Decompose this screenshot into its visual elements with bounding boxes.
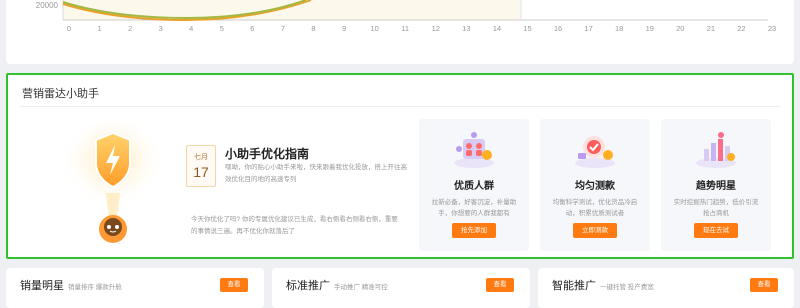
- chart-x-tick: 21: [707, 24, 715, 33]
- card-title: 标准推广 手动推广 精准可控: [286, 277, 388, 293]
- feature-title: 均匀测款: [575, 181, 615, 192]
- card-subtitle: 手动推广 精准可控: [334, 284, 388, 291]
- chart-x-tick: 13: [462, 24, 470, 33]
- chart-x-tick: 11: [401, 24, 409, 33]
- chart-x-tick: 3: [159, 24, 163, 33]
- chart-x-tick: 15: [523, 24, 531, 33]
- test-now-button[interactable]: 立即测款: [573, 223, 617, 238]
- card-title-text: 智能推广: [552, 280, 596, 292]
- feature-title: 优质人群: [454, 181, 494, 192]
- feature-card-trend-star: 趋势明星 实时挖掘热门趋势，低价引流抢占商机 现在去试: [661, 119, 771, 251]
- view-button[interactable]: 查看: [486, 278, 514, 292]
- feature-title: 趋势明星: [696, 181, 736, 192]
- card-title: 销量明星 销量排序 爆款升舱: [20, 277, 122, 293]
- chart-x-tick: 5: [220, 24, 224, 33]
- date-day: 17: [193, 164, 209, 180]
- assistant-title: 营销雷达小助手: [22, 88, 99, 100]
- chart-x-tick: 8: [311, 24, 315, 33]
- chart-x-tick: 14: [493, 24, 501, 33]
- chart-x-tick: 16: [554, 24, 562, 33]
- view-button[interactable]: 查看: [750, 278, 778, 292]
- chart-x-ticks: 0 1 2 3 4 5 6 7 8 9 10 11 12 13 14 15 16 17 18 19 20 21 22 23: [67, 24, 776, 33]
- try-now-button[interactable]: 现在去试: [694, 223, 738, 238]
- chart-x-tick: 0: [67, 24, 71, 33]
- card-title-text: 标准推广: [286, 280, 330, 292]
- chart-x-tick: 6: [250, 24, 254, 33]
- chart-x-tick: 1: [97, 24, 101, 33]
- standard-promotion-card: 标准推广 手动推广 精准可控 查看: [272, 268, 530, 308]
- sales-star-card: 销量明星 销量排序 爆款升舱 查看: [6, 268, 264, 308]
- guide-description: 嘿呦，你的贴心小助手来啦，快来跟着我优化投放，搭上开往高效优化目的地的高速专列: [225, 164, 407, 183]
- chart-x-tick: 17: [584, 24, 592, 33]
- card-subtitle: 一键托管 投产费宽: [600, 284, 654, 291]
- chart-x-tick: 19: [646, 24, 654, 33]
- audience-icon: [454, 132, 494, 168]
- guide-footnote: 今天你优化了吗? 你的专属优化建议已生成，看右侧看右侧看右侧，重要的事情说三遍。…: [191, 216, 398, 235]
- card-title: 智能推广 一键托管 投产费宽: [552, 277, 654, 293]
- card-title-text: 销量明星: [20, 280, 64, 292]
- chart-y-tick: 20000: [36, 1, 59, 10]
- feature-description: 均衡科学测试，优化货品冷启动，积累优质测试者: [552, 199, 638, 217]
- feature-description: 实时挖掘热门趋势，低价引流抢占商机: [673, 199, 759, 217]
- chart-x-tick: 4: [189, 24, 193, 33]
- hourly-chart-card: 20000 0 1 2 3 4 5 6 7 8 9 10 11 12 13 14 15 16 17 18 19 20 21…: [6, 0, 794, 64]
- card-subtitle: 销量排序 爆款升舱: [68, 284, 122, 291]
- divider: [20, 106, 780, 107]
- feature-description: 拉新必备，好客沉淀，补量助手，你想要的人群我都有: [431, 199, 517, 217]
- chart-x-tick: 18: [615, 24, 623, 33]
- date-badge: 七月 17: [186, 145, 216, 187]
- add-audience-button[interactable]: 抢先添加: [452, 223, 496, 238]
- chart-x-tick: 10: [370, 24, 378, 33]
- trend-icon: [696, 132, 736, 168]
- chart-x-tick: 23: [768, 24, 776, 33]
- view-button[interactable]: 查看: [220, 278, 248, 292]
- marketing-radar-assistant-card: 营销雷达小助手 七月 17 小助手优化指南 嘿呦，你的贴心小助手来啦，快来跟着我…: [6, 73, 794, 259]
- feature-card-quality-audience: 优质人群 拉新必备，好客沉淀，补量助手，你想要的人群我都有 抢先添加: [419, 119, 529, 251]
- feature-card-even-testing: 均匀测款 均衡科学测试，优化货品冷启动，积累优质测试者 立即测款: [540, 119, 650, 251]
- chart-x-tick: 2: [128, 24, 132, 33]
- guide-title: 小助手优化指南: [225, 147, 310, 161]
- assistant-mascot-illustration: [61, 120, 165, 243]
- smart-promotion-card: 智能推广 一键托管 投产费宽 查看: [538, 268, 794, 308]
- hourly-chart: 20000 0 1 2 3 4 5 6 7 8 9 10 11 12 13 14 15 16 17 18 19 20 21…: [36, 0, 776, 33]
- chart-x-tick: 7: [281, 24, 285, 33]
- chart-x-tick: 20: [676, 24, 684, 33]
- date-month: 七月: [194, 154, 208, 161]
- chart-x-tick: 12: [432, 24, 440, 33]
- testing-icon: [575, 136, 615, 168]
- chart-x-tick: 9: [342, 24, 346, 33]
- chart-x-tick: 22: [737, 24, 745, 33]
